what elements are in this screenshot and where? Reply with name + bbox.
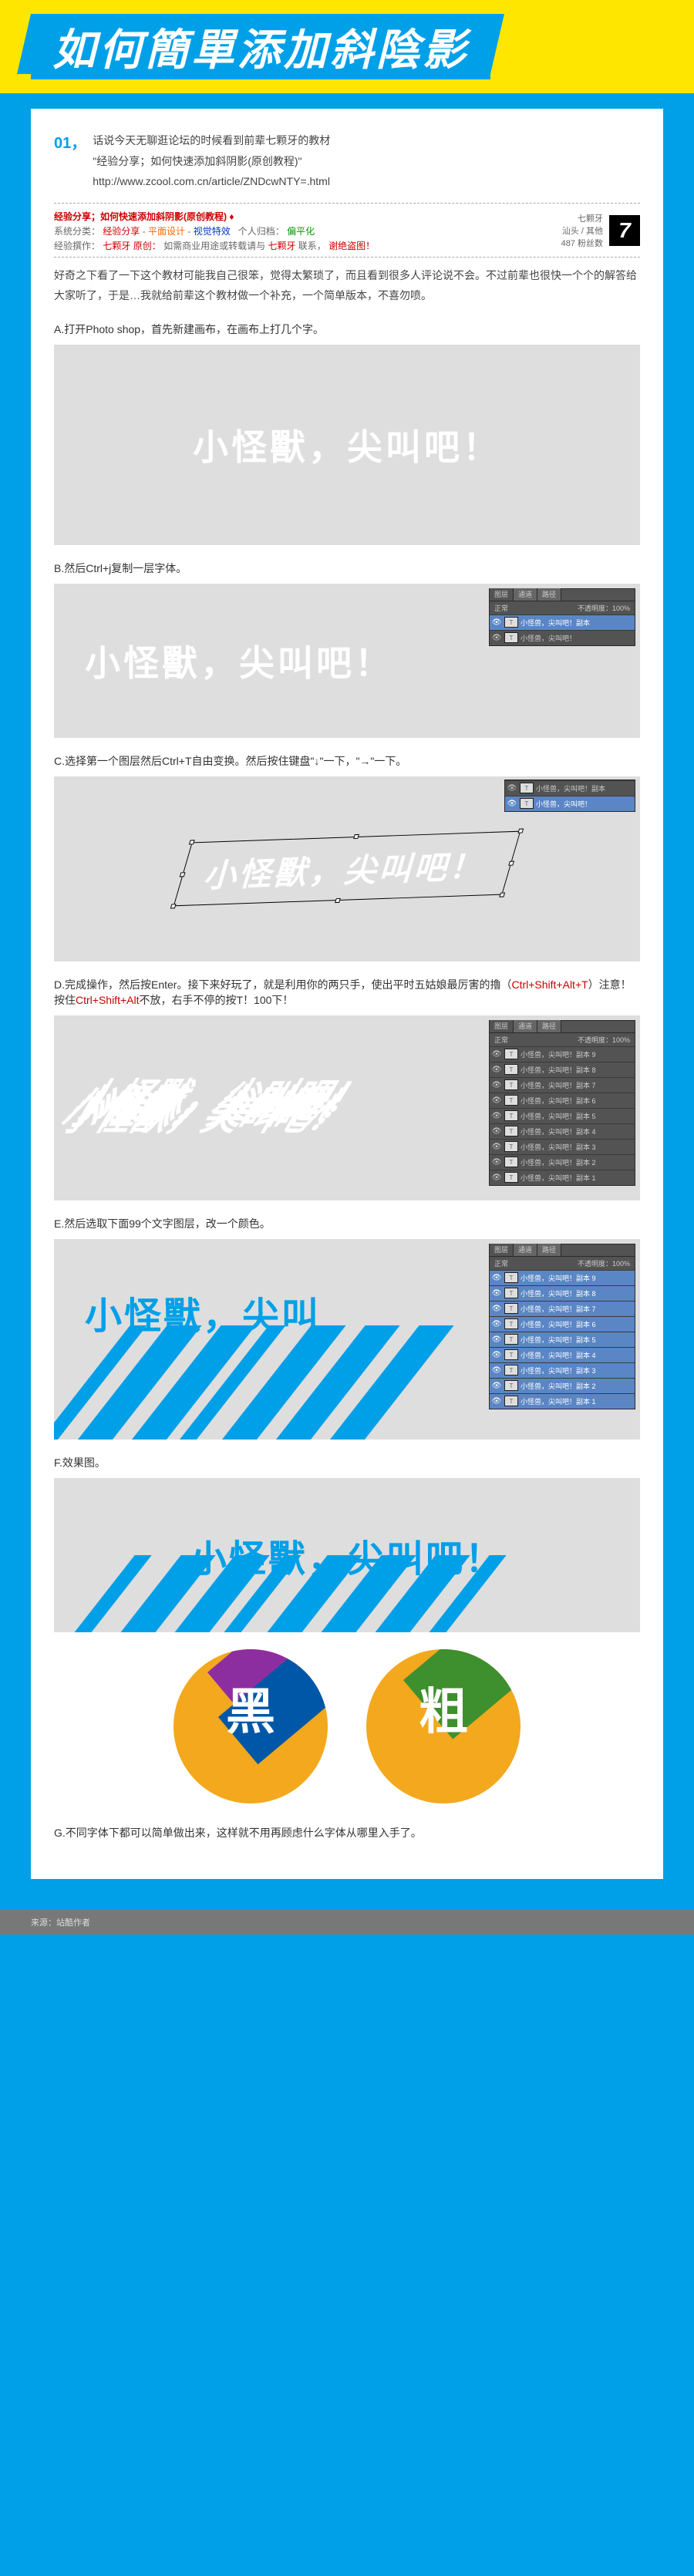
intro-text: 话说今天无聊逛论坛的时候看到前辈七颗牙的教材 "经验分享；如何快速添加斜阴影(原… (93, 130, 640, 192)
layer-row[interactable]: 👁T小怪兽，尖叫吧！副本 2 (490, 1154, 635, 1170)
step-g: G.不同字体下都可以简单做出来，这样就不用再顾虑什么字体从哪里入手了。 (54, 1825, 640, 1840)
sample-text-e: 小怪獸，尖叫 (85, 1285, 321, 1339)
eye-icon[interactable]: 👁 (491, 632, 502, 643)
layer-row[interactable]: 👁T小怪兽，尖叫吧！副本 9 (490, 1270, 635, 1285)
tab-layers[interactable]: 图层 (490, 588, 514, 601)
step-number: 01， (54, 130, 86, 153)
meta-left: 经验分享；如何快速添加斜阴影(原创教程) ♦ 系统分类： 经验分享 - 平面设计… (54, 210, 561, 252)
sample-text-f: 小怪獸，尖叫吧！ (190, 1528, 504, 1582)
layer-row[interactable]: 👁T小怪兽，尖叫吧！副本 1 (490, 1393, 635, 1409)
layers-panel-d[interactable]: 图层通道路径 正常不透明度：100% 👁T小怪兽，尖叫吧！副本 9👁T小怪兽，尖… (489, 1020, 635, 1186)
sample-text-a: 小怪獸，尖叫吧！ (193, 419, 501, 470)
step-f: F.效果图。 (54, 1455, 640, 1470)
circle-1: 黑 (174, 1649, 328, 1803)
step-c: C.选择第一个图层然后Ctrl+T自由变换。然后按住键盘"↓"一下，"→"一下。 (54, 753, 640, 769)
intro-url: http://www.zcool.com.cn/article/ZNDcwNTY… (93, 175, 330, 187)
sample-text-b: 小怪獸，尖叫吧！ (85, 635, 393, 686)
transform-handle[interactable] (180, 872, 186, 877)
layer-row[interactable]: 👁T小怪兽，尖叫吧！副本 5 (490, 1332, 635, 1347)
title-parallelogram: 如何簡單添加斜陰影 (31, 14, 490, 79)
circle-char-2: 粗 (419, 1672, 468, 1743)
step-a: A.打开Photo shop，首先新建画布，在画布上打几个字。 (54, 322, 640, 337)
canvas-b: 小怪獸，尖叫吧！ 图层 通道 路径 正常不透明度：100% 👁T小怪兽，尖叫吧！… (54, 584, 640, 738)
content-panel: 01， 话说今天无聊逛论坛的时候看到前辈七颗牙的教材 "经验分享；如何快速添加斜… (31, 109, 663, 1879)
step-e: E.然后选取下面99个文字图层，改一个颜色。 (54, 1216, 640, 1231)
canvas-f: 小怪獸，尖叫吧！ (54, 1478, 640, 1632)
layer-row[interactable]: 👁T小怪兽，尖叫吧！副本 8 (490, 1062, 635, 1077)
layer-row[interactable]: 👁T小怪兽，尖叫吧！副本 6 (490, 1093, 635, 1108)
transform-handle[interactable] (170, 904, 177, 909)
step-b: B.然后Ctrl+j复制一层字体。 (54, 561, 640, 576)
canvas-a: 小怪獸，尖叫吧！ (54, 345, 640, 545)
layer-row[interactable]: 👁T小怪兽，尖叫吧！副本 6 (490, 1316, 635, 1332)
layer-row[interactable]: 👁T小怪兽，尖叫吧！副本 4 (490, 1347, 635, 1362)
footer: 来源：站酷作者 (0, 1910, 694, 1935)
tab-paths[interactable]: 路径 (537, 588, 561, 601)
transform-handle[interactable] (189, 840, 195, 845)
intro: 01， 话说今天无聊逛论坛的时候看到前辈七颗牙的教材 "经验分享；如何快速添加斜… (54, 130, 640, 192)
tab-channels[interactable]: 通道 (514, 588, 537, 601)
header: 如何簡單添加斜陰影 (0, 0, 694, 93)
author-line: 经验撰作： 七颗牙 原创： 如需商业用途或转载请与 七颗牙 联系， 谢绝盗图！ (54, 239, 561, 252)
user-fans: 487 粉丝数 (561, 237, 603, 249)
eye-icon[interactable]: 👁 (491, 617, 502, 628)
intro-line2: "经验分享；如何快速添加斜阴影(原创教程)" (93, 155, 302, 167)
layers-panel-b[interactable]: 图层 通道 路径 正常不透明度：100% 👁T小怪兽，尖叫吧！副本 👁T小怪兽，… (489, 588, 635, 646)
layer-row[interactable]: 👁T小怪兽，尖叫吧！副本 4 (490, 1123, 635, 1139)
layers-panel-e[interactable]: 图层通道路径 正常不透明度：100% 👁T小怪兽，尖叫吧！副本 9👁T小怪兽，尖… (489, 1244, 635, 1409)
circle-char-1: 黑 (226, 1672, 275, 1743)
circle-2: 粗 (366, 1649, 520, 1803)
layer-row[interactable]: 👁T小怪兽，尖叫吧！副本 8 (490, 1285, 635, 1301)
transform-handle[interactable] (335, 898, 341, 903)
intro-line1: 话说今天无聊逛论坛的时候看到前辈七颗牙的教材 (93, 134, 330, 146)
transform-handle[interactable] (508, 861, 514, 866)
layers-list: 👁T小怪兽，尖叫吧！副本 👁T小怪兽，尖叫吧！ (490, 615, 635, 645)
layer-row[interactable]: 👁T小怪兽，尖叫吧！副本 1 (490, 1170, 635, 1185)
sample-text-c: 小怪獸，尖叫吧！ (200, 840, 494, 897)
meta-bar: 经验分享；如何快速添加斜阴影(原创教程) ♦ 系统分类： 经验分享 - 平面设计… (54, 203, 640, 258)
layer-row[interactable]: 👁T小怪兽，尖叫吧！副本 3 (490, 1362, 635, 1378)
layer-row[interactable]: 👁T小怪兽，尖叫吧！ (490, 630, 635, 645)
user-name: 七颗牙 (561, 212, 603, 224)
layer-row[interactable]: 👁T小怪兽，尖叫吧！副本 (505, 780, 635, 796)
step-d: D.完成操作，然后按Enter。接下来好玩了，就是利用你的两只手，使出平时五姑娘… (54, 977, 640, 1008)
avatar: 7 (609, 215, 640, 246)
transform-handle[interactable] (353, 834, 359, 839)
transform-box[interactable]: 小怪獸，尖叫吧！ (174, 831, 521, 907)
user-info: 七颗牙 汕头 / 其他 487 粉丝数 (561, 212, 603, 249)
layer-row[interactable]: 👁T小怪兽，尖叫吧！副本 2 (490, 1378, 635, 1393)
canvas-c: 小怪獸，尖叫吧！ 👁T小怪兽，尖叫吧！副本 👁T小怪兽，尖叫吧！ (54, 776, 640, 961)
intro-paragraph: 好奇之下看了一下这个教材可能我自己很笨，觉得太繁琐了，而且看到很多人评论说不会。… (54, 265, 640, 306)
canvas-d: 小怪獸，尖叫吧！ 小怪獸，尖叫吧！ 小怪獸，尖叫吧！ 小怪獸，尖叫吧！ 图层通道… (54, 1015, 640, 1200)
layer-row[interactable]: 👁T小怪兽，尖叫吧！副本 7 (490, 1301, 635, 1316)
transform-handle[interactable] (517, 829, 524, 833)
layer-row[interactable]: 👁T小怪兽，尖叫吧！副本 5 (490, 1108, 635, 1123)
canvas-e: 小怪獸，尖叫 图层通道路径 正常不透明度：100% 👁T小怪兽，尖叫吧！副本 9… (54, 1239, 640, 1440)
layer-row[interactable]: 👁T小怪兽，尖叫吧！副本 (490, 615, 635, 630)
user-loc: 汕头 / 其他 (561, 224, 603, 237)
circles-row: 黑 粗 (54, 1649, 640, 1803)
layer-row[interactable]: 👁T小怪兽，尖叫吧！副本 3 (490, 1139, 635, 1154)
layers-panel-c[interactable]: 👁T小怪兽，尖叫吧！副本 👁T小怪兽，尖叫吧！ (504, 780, 635, 812)
article-title: 经验分享；如何快速添加斜阴影(原创教程) ♦ (54, 210, 561, 223)
transform-handle[interactable] (499, 893, 505, 897)
layer-row[interactable]: 👁T小怪兽，尖叫吧！ (505, 796, 635, 811)
meta-right: 七颗牙 汕头 / 其他 487 粉丝数 7 (561, 212, 640, 249)
layer-row[interactable]: 👁T小怪兽，尖叫吧！副本 9 (490, 1046, 635, 1062)
layer-row[interactable]: 👁T小怪兽，尖叫吧！副本 7 (490, 1077, 635, 1093)
categories: 系统分类： 经验分享 - 平面设计 - 视觉特效 个人归档： 偏平化 (54, 224, 561, 237)
hot-icon: ♦ (229, 211, 234, 222)
page-title: 如何簡單添加斜陰影 (31, 14, 490, 79)
